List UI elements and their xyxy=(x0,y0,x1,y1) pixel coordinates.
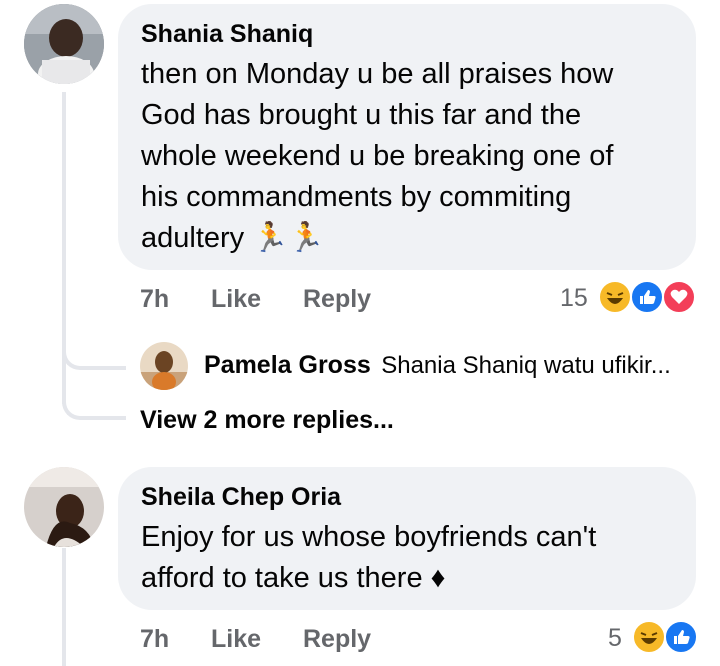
comment-timestamp[interactable]: 7h xyxy=(140,625,169,654)
thread-branch xyxy=(62,380,126,420)
comment-text: Enjoy for us whose boyfriends can't affo… xyxy=(141,517,691,599)
like-reaction-icon xyxy=(664,620,698,654)
reply-button[interactable]: Reply xyxy=(303,625,371,654)
comment-line: his commandments by commiting xyxy=(141,181,572,213)
comment-author[interactable]: Shania Shaniq xyxy=(141,20,313,49)
reply-author[interactable]: Pamela Gross xyxy=(204,351,371,379)
reaction-summary[interactable]: 5 xyxy=(606,620,700,656)
avatar-photo xyxy=(24,4,104,84)
comment-timestamp[interactable]: 7h xyxy=(140,285,169,314)
like-button[interactable]: Like xyxy=(211,285,261,314)
view-more-replies-link[interactable]: View 2 more replies... xyxy=(140,406,394,435)
thread-line xyxy=(62,548,66,666)
reply-snippet: Shania Shaniq watu ufikir... xyxy=(381,352,671,379)
reply-avatar[interactable] xyxy=(140,342,188,390)
avatar[interactable] xyxy=(24,467,104,547)
thread-branch xyxy=(62,330,126,370)
reaction-count: 15 xyxy=(560,284,588,312)
haha-reaction-icon xyxy=(598,280,632,314)
comment-line: afford to take us there ♦ xyxy=(141,562,446,594)
reply-button[interactable]: Reply xyxy=(303,285,371,314)
reaction-summary[interactable]: 15 xyxy=(560,280,700,316)
reply-preview[interactable]: Pamela Gross Shania Shaniq watu ufikir..… xyxy=(204,351,671,380)
reaction-count: 5 xyxy=(608,624,622,652)
haha-reaction-icon xyxy=(632,620,666,654)
like-button[interactable]: Like xyxy=(211,625,261,654)
avatar-photo xyxy=(24,467,104,547)
comment-line: whole weekend u be breaking one of xyxy=(141,140,614,172)
comment-author[interactable]: Sheila Chep Oria xyxy=(141,483,341,512)
comment-line: then on Monday u be all praises how xyxy=(141,58,614,90)
comment-line: God has brought u this far and the xyxy=(141,99,582,131)
reply-avatar-photo xyxy=(140,342,188,390)
comment-line: Enjoy for us whose boyfriends can't xyxy=(141,521,597,553)
comment-text: then on Monday u be all praises how God … xyxy=(141,54,691,259)
like-reaction-icon xyxy=(630,280,664,314)
avatar[interactable] xyxy=(24,4,104,84)
comment-line: adultery 🏃🏃 xyxy=(141,222,325,254)
love-reaction-icon xyxy=(662,280,696,314)
